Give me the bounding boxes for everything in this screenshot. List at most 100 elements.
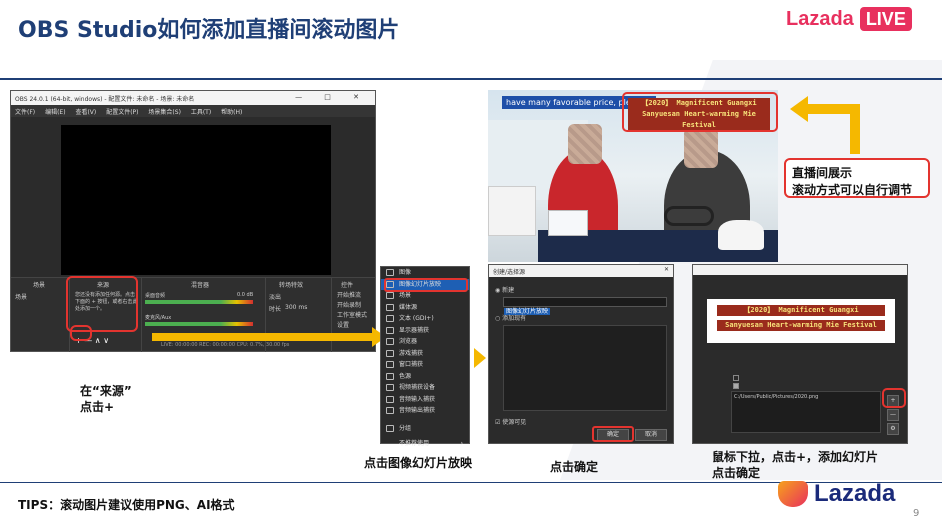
radio-existing[interactable]: ○ 添加现有 [495,313,526,322]
dock-scenes-title: 场景 [33,282,46,289]
properties-titlebar [693,265,907,275]
monitor-icon [386,326,394,334]
menu-item-image[interactable]: 图像 [381,267,469,279]
blurred-face [568,124,602,164]
gear-icon[interactable]: ⚙ [887,423,899,435]
arrow-shaft [152,333,374,341]
image-file-list[interactable]: C:/Users/Public/Pictures/2020.png [731,391,881,433]
checkbox[interactable] [733,383,739,389]
arrow-right-icon [474,348,486,368]
menu-item-video-capture[interactable]: 视频捕获设备 [381,382,469,394]
image-icon [386,269,394,276]
settings-button[interactable]: 设置 [337,320,349,329]
start-streaming-button[interactable]: 开始推流 [337,290,361,299]
dock-controls-title: 控件 [341,282,354,289]
obs-menubar: 文件(F) 编辑(E) 查看(V) 配置文件(P) 场景集合(S) 工具(T) … [11,105,375,117]
dock-transitions-title: 转场特效 [279,282,304,289]
prop-banner-line2: Sanyuesan Heart-warming Mie Festival [717,320,885,331]
menu-item-display-capture[interactable]: 显示器捕获 [381,325,469,337]
properties-preview: 【2020】 Magnificent Guangxi Sanyuesan Hea… [707,299,895,343]
camera-icon [386,384,394,391]
visible-checkbox[interactable]: ☑ 使源可见 [495,417,526,426]
footer-tips: TIPS：滚动图片建议使用PNG、AI格式 [18,498,235,512]
obs-title-text: OBS 24.0.1 (64-bit, windows) - 配置文件: 未命名… [15,96,195,103]
scene-item[interactable]: 场景 [15,292,27,301]
step1-caption-line2: 点击+ [80,400,115,414]
cancel-button[interactable]: 取消 [635,429,667,441]
menu-item-media-source[interactable]: 媒体源 [381,302,469,314]
menu-item-audio-input[interactable]: 音频输入捕获 [381,394,469,406]
menu-file[interactable]: 文件(F) [15,109,35,116]
transition-select[interactable]: 淡出 [269,292,281,301]
menu-profile[interactable]: 配置文件(P) [106,109,138,116]
header-rule [0,78,942,80]
dialog-title: 创建/选择源 [493,269,526,276]
remove-image-button[interactable]: — [887,409,899,421]
dock-divider [141,278,142,352]
menu-item-browser[interactable]: 浏览器 [381,336,469,348]
folder-icon [386,424,394,432]
lazada-heart-icon [778,481,808,507]
window-icon [386,361,394,368]
live-note-box: 直播间展示 滚动方式可以自行调节 [784,158,930,198]
source-name-input[interactable]: 图像幻灯片放映 [503,297,667,315]
menu-item-deprecated[interactable]: 不推荐使用 › [381,438,469,450]
step4-caption-line2: 点击确定 [712,466,761,480]
dock-mixer-title: 混音器 [191,282,210,289]
slide-title: OBS Studio如何添加直播间滚动图片 [18,18,400,43]
image-file-path: C:/Users/Public/Pictures/2020.png [734,394,819,400]
footer-logo-word: Lazada [814,480,896,507]
menu-view[interactable]: 查看(V) [75,109,96,116]
menu-edit[interactable]: 编辑(E) [45,109,65,116]
menu-item-color-source[interactable]: 色源 [381,371,469,383]
menu-item-audio-output[interactable]: 音频输出捕获 [381,405,469,417]
brush-icon [386,372,394,380]
product-sign [488,186,536,236]
obs-preview [61,125,331,275]
menu-item-text[interactable]: 文本 (GDI+) [381,313,469,325]
sources-highlight-box [66,276,138,332]
checkbox[interactable] [733,375,739,381]
status-bar: LIVE: 00:00:00 REC: 00:00:00 CPU: 0.7%, … [161,342,290,348]
window-controls[interactable]: — □ ✕ [295,93,369,101]
mixer-desktop-meter [145,300,253,304]
menu-item-game-capture[interactable]: 游戏捕获 [381,348,469,360]
ok-highlight-box [592,426,634,442]
live-note-line2: 滚动方式可以自行调节 [792,183,913,197]
arrow-left-icon [790,96,808,122]
menu-help[interactable]: 帮助(H) [221,109,242,116]
microphone-icon [386,395,394,403]
step3-caption: 点击确定 [550,460,599,474]
existing-sources-list[interactable] [503,325,667,411]
brand-name: Lazada [786,7,854,30]
slideshow-highlight-box [384,278,468,292]
obs-window: OBS 24.0.1 (64-bit, windows) - 配置文件: 未命名… [10,90,376,352]
start-recording-button[interactable]: 开始录制 [337,300,361,309]
menu-scene-collection[interactable]: 场景集合(S) [148,109,181,116]
slideshow-properties-dialog: 【2020】 Magnificent Guangxi Sanyuesan Hea… [692,264,908,444]
menu-item-window-capture[interactable]: 窗口捕获 [381,359,469,371]
play-icon [386,303,394,311]
page-number: 9 [913,508,920,519]
mixer-mic-label: 麦克风/Aux [145,315,172,321]
duration-input[interactable]: 300 ms [285,304,307,311]
add-image-highlight-box [882,388,906,408]
close-icon[interactable]: ✕ [664,266,669,273]
radio-new[interactable]: ◉ 新建 [495,285,514,294]
mask-product [718,220,764,250]
dialog-titlebar: 创建/选择源 ✕ [489,265,673,277]
prop-banner-line1: 【2020】 Magnificent Guangxi [717,305,885,316]
arrow-shaft [850,104,860,154]
obs-titlebar: OBS 24.0.1 (64-bit, windows) - 配置文件: 未命名… [11,91,375,105]
text-icon [386,315,394,322]
goggles-product [664,206,714,226]
mixer-desktop-label: 桌面音频 [145,293,166,299]
create-source-dialog: 创建/选择源 ✕ ◉ 新建 图像幻灯片放映 ○ 添加现有 ☑ 使源可见 确定 取… [488,264,674,444]
menu-item-group[interactable]: 分组 [381,423,469,435]
mixer-desktop-db: 0.0 dB [237,292,254,298]
menu-tools[interactable]: 工具(T) [191,109,211,116]
studio-mode-button[interactable]: 工作室模式 [337,310,367,319]
add-button-highlight-box [70,325,92,341]
mixer-mic-meter [145,322,253,326]
banner-highlight-box [622,92,778,132]
